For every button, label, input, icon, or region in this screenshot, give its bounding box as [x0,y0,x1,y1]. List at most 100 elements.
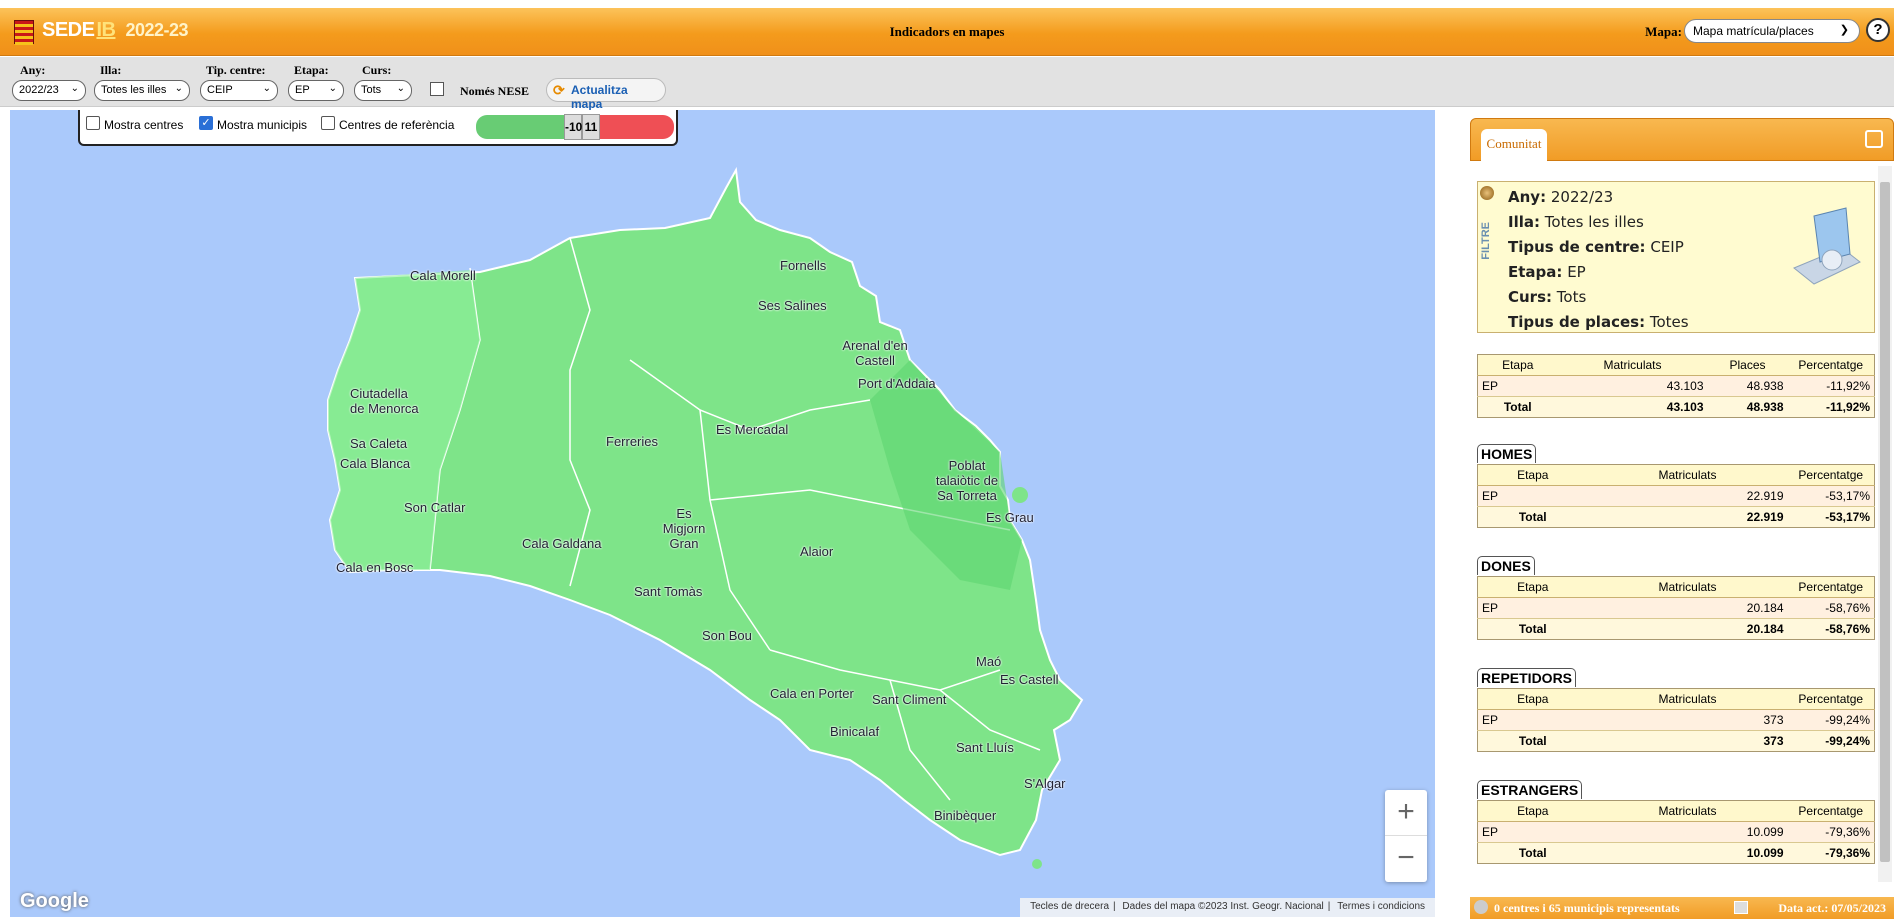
tip-centre-value: CEIP [207,84,233,96]
show-municipis-checkbox[interactable]: ✓ [199,116,213,130]
help-button[interactable]: ? [1866,18,1890,42]
col-header: Matriculats [1557,354,1708,376]
cell: EP [1477,485,1588,507]
cell: 22.919 [1587,506,1788,528]
cell: EP [1477,597,1588,619]
filter-illa: Illa: Totes les illes [1508,213,1644,231]
map-label: Son Bou [702,628,752,643]
cell: 43.103 [1557,396,1708,418]
refresh-icon: ⟳ [553,82,565,98]
main-stats-table: Etapa Matriculats Places Percentatge EP 43.1… [1477,354,1875,418]
cell: -99,24% [1787,730,1875,752]
refresh-map-label: Actualitza mapa [571,83,628,111]
map-label: Sant Lluís [956,740,1014,755]
google-logo: Google [20,890,89,912]
filter-any: Any: 2022/23 [1508,188,1614,206]
tab-comunitat[interactable]: Comunitat [1481,129,1547,162]
illa-select[interactable]: Totes les illes ⌄ [94,80,190,101]
show-centres-checkbox[interactable] [86,116,100,130]
scale-max-handle[interactable]: 11 [582,114,600,140]
cell: 43.103 [1557,375,1708,397]
scale-green-bar [476,115,564,139]
cell: 373 [1587,730,1788,752]
cell: EP [1477,709,1588,731]
col-header: Etapa [1477,576,1588,598]
table-row: EP 43.103 48.938 -11,92% [1477,375,1875,397]
total-row: Total 43.103 48.938 -11,92% [1477,396,1875,418]
any-select[interactable]: 2022/23 ⌄ [12,80,86,101]
calendar-icon [1734,901,1748,914]
cell: -53,17% [1787,506,1875,528]
chevron-down-icon: ⌄ [396,83,405,94]
terms-link[interactable]: Termes i condicions [1337,901,1425,912]
col-header: Percentatge [1787,688,1875,710]
map-label: Ferreries [606,434,659,449]
map-label: Binibèquer [934,808,997,823]
tip-centre-label: Tip. centre: [206,63,266,77]
scrollbar-thumb[interactable] [1880,182,1890,862]
nese-label: Només NESE [460,84,530,98]
zoom-out-button[interactable]: − [1385,836,1427,882]
filter-etapa: Etapa: EP [1508,263,1586,281]
etapa-select[interactable]: EP ⌄ [288,80,344,101]
panel-tabbar: Comunitat [1470,118,1894,162]
chevron-down-icon: ⌄ [70,83,79,94]
refresh-map-button[interactable]: ⟳ Actualitza mapa [546,78,666,111]
centres-count: 0 centres i 65 municipis representats [1494,901,1680,915]
map-label: Cala en Porter [770,686,854,701]
repetidors-table: Etapa Matriculats Percentatge EP 373 -99,24%… [1477,688,1875,752]
map-layer-controls: Mostra centres ✓ Mostra municipis Centre… [78,110,678,146]
map-label: Sant Climent [872,692,947,707]
map-data-text: Dades del mapa ©2023 Inst. Geogr. Nacion… [1122,901,1324,912]
map-label: Es Mercadal [716,422,789,437]
total-row: Total 20.184 -58,76% [1477,618,1875,640]
map-label: Binicalaf [830,724,880,739]
tip-centre-select[interactable]: CEIP ⌄ [200,80,278,101]
zoom-in-button[interactable]: + [1385,790,1427,836]
total-row: Total 22.919 -53,17% [1477,506,1875,528]
shortcuts-link[interactable]: Tecles de drecera [1030,901,1109,912]
any-value: 2022/23 [19,84,59,96]
chevron-down-icon: ⌄ [174,83,183,94]
map-label: Cala Galdana [522,536,602,551]
cell: 10.099 [1587,821,1788,843]
cell: 20.184 [1587,597,1788,619]
col-header: Places [1707,354,1788,376]
menorca-map [327,166,1084,869]
cell: 20.184 [1587,618,1788,640]
curs-select[interactable]: Tots ⌄ [354,80,412,101]
chevron-down-icon: ⌄ [328,83,337,94]
cell: -11,92% [1787,375,1875,397]
curs-label: Curs: [362,63,392,77]
cell: 48.938 [1707,396,1788,418]
panel-footer: 0 centres i 65 municipis representats Da… [1470,897,1894,919]
map-label: Arenal d'en Castell [842,338,908,368]
map-label: Es Grau [986,510,1034,525]
chevron-down-icon: ⌄ [262,83,271,94]
popout-icon[interactable] [1865,130,1883,148]
total-row: Total 373 -99,24% [1477,730,1875,752]
map-label: Poblat talaiòtic de Sa Torreta [935,458,999,503]
table-row: EP 20.184 -58,76% [1477,597,1875,619]
ref-centres-checkbox[interactable] [321,116,335,130]
info-icon [1474,900,1488,914]
panel-scrollbar[interactable] [1878,166,1892,882]
scale-min-handle[interactable]: -10 [564,114,582,140]
col-header: Percentatge [1787,354,1875,376]
map-label: Sa Caleta [350,436,408,451]
cell: EP [1477,375,1558,397]
cell: Total [1477,506,1588,528]
cell: 22.919 [1587,485,1788,507]
table-row: EP 22.919 -53,17% [1477,485,1875,507]
etapa-label: Etapa: [294,63,329,77]
nese-checkbox[interactable] [430,82,444,96]
cell: -79,36% [1787,842,1875,864]
map-view[interactable]: Cala Morell Fornells Ses Salines Arenal … [10,110,1435,917]
col-header: Matriculats [1587,464,1788,486]
map-type-select[interactable]: Mapa matrícula/places ❯ [1684,19,1860,43]
col-header: Matriculats [1587,800,1788,822]
filtre-label: FILTRE [1480,222,1492,260]
homes-table: Etapa Matriculats Percentatge EP 22.919 -53,… [1477,464,1875,528]
app-header: SEDE IB 2022-23 Indicadors en mapes Mapa: … [0,8,1894,56]
dones-table: Etapa Matriculats Percentatge EP 20.184 -58,… [1477,576,1875,640]
